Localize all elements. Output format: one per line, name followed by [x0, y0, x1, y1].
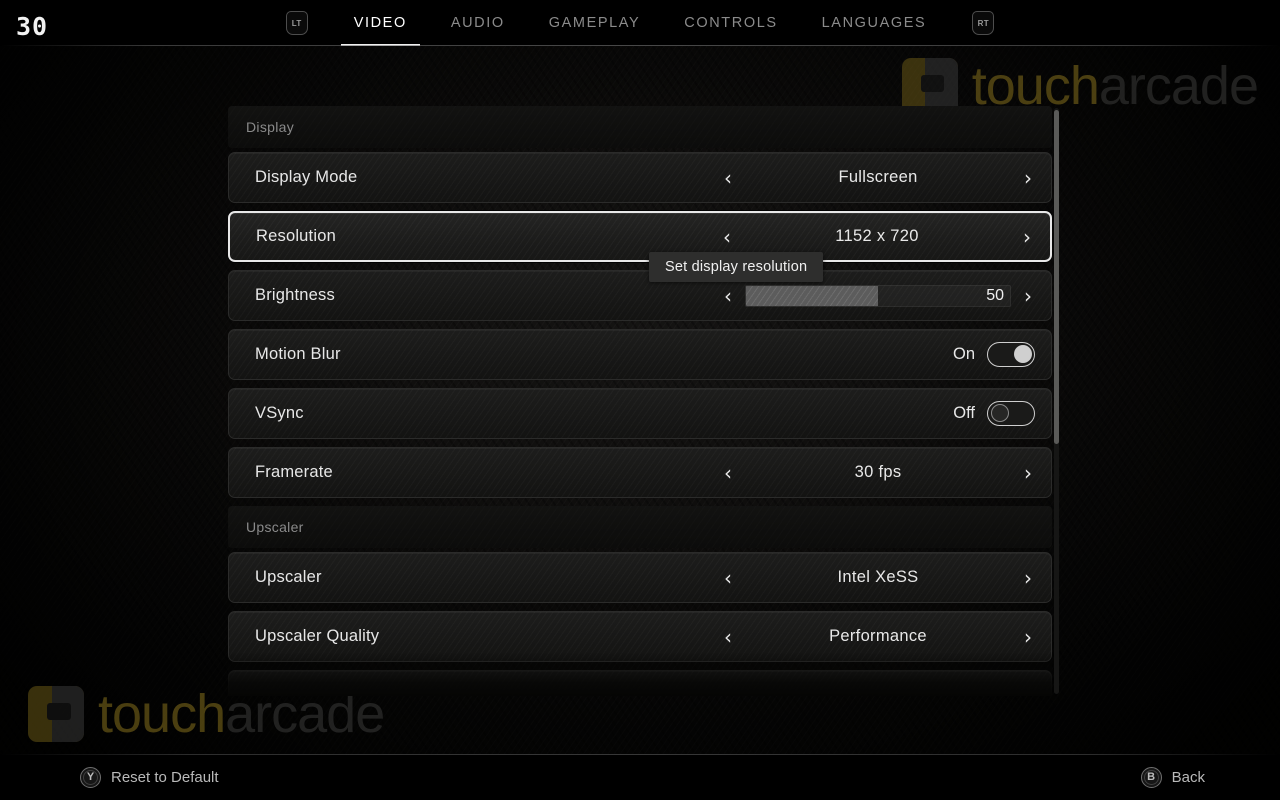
setting-row-display-mode[interactable]: Display Mode ‹ Fullscreen ›: [228, 152, 1052, 203]
setting-row-partial[interactable]: [228, 670, 1052, 696]
setting-row-brightness[interactable]: Brightness ‹ 50 ›: [228, 270, 1052, 321]
setting-value: Fullscreen: [838, 168, 918, 186]
setting-label: Upscaler: [255, 568, 322, 586]
setting-control: ‹ 30 fps ›: [711, 448, 1051, 497]
setting-label: Upscaler Quality: [255, 627, 380, 645]
chevron-left-icon[interactable]: ‹: [710, 227, 744, 247]
slider-value: 50: [986, 286, 1004, 304]
tab-audio[interactable]: AUDIO: [429, 0, 527, 46]
slider-fill: [746, 285, 878, 306]
chevron-right-icon[interactable]: ›: [1011, 568, 1045, 588]
toggle-knob: [991, 404, 1009, 422]
chevron-left-icon[interactable]: ‹: [711, 463, 745, 483]
stepper-control: ‹ Fullscreen ›: [711, 153, 1051, 202]
toggle-switch[interactable]: [987, 401, 1035, 426]
setting-row-framerate[interactable]: Framerate ‹ 30 fps ›: [228, 447, 1052, 498]
setting-label: Display Mode: [255, 168, 358, 186]
chevron-right-icon[interactable]: ›: [1011, 463, 1045, 483]
setting-value: Intel XeSS: [837, 568, 919, 586]
chevron-left-icon[interactable]: ‹: [711, 286, 745, 306]
settings-panel: Display Display Mode ‹ Fullscreen › Resolutio…: [228, 106, 1052, 696]
setting-row-motion-blur[interactable]: Motion Blur On: [228, 329, 1052, 380]
setting-label: Framerate: [255, 463, 333, 481]
bottom-action-bar: Y Reset to Default B Back: [0, 754, 1280, 800]
b-button-icon: B: [1140, 766, 1162, 788]
section-header-upscaler: Upscaler: [228, 506, 1052, 548]
setting-row-upscaler-quality[interactable]: Upscaler Quality ‹ Performance ›: [228, 611, 1052, 662]
top-bar: 30 LT VIDEO AUDIO GAMEPLAY CONTROLS LANGUAGE…: [0, 0, 1280, 46]
tab-controls[interactable]: CONTROLS: [662, 0, 799, 46]
chevron-right-icon[interactable]: ›: [1011, 627, 1045, 647]
toggle-control: On: [711, 330, 1051, 379]
setting-value: 1152 x 720: [835, 227, 919, 245]
tab-gameplay[interactable]: GAMEPLAY: [527, 0, 663, 46]
setting-label: VSync: [255, 404, 304, 422]
back-button[interactable]: B Back: [1140, 754, 1205, 800]
slider-track[interactable]: 50: [745, 284, 1011, 307]
stepper-control: ‹ Performance ›: [711, 612, 1051, 661]
settings-scrollbar-track[interactable]: [1054, 108, 1059, 694]
tab-languages[interactable]: LANGUAGES: [800, 0, 949, 46]
toggle-state-label: On: [952, 345, 975, 363]
setting-control: ‹ Intel XeSS ›: [711, 553, 1051, 602]
toggle-switch[interactable]: [987, 342, 1035, 367]
settings-scrollbar-thumb[interactable]: [1054, 110, 1059, 444]
toucharcade-wordmark: toucharcade: [972, 56, 1259, 116]
section-header-display: Display: [228, 106, 1052, 148]
toggle-knob: [1014, 345, 1032, 363]
setting-tooltip: Set display resolution: [649, 252, 824, 282]
game-settings-screen: toucharcade toucharcade 30 LT VIDEO AUDIO…: [0, 0, 1280, 800]
setting-label: Motion Blur: [255, 345, 341, 363]
setting-label: Resolution: [256, 227, 336, 245]
toucharcade-logo-icon: [28, 686, 84, 742]
back-label: Back: [1171, 768, 1205, 786]
setting-value: Performance: [829, 627, 927, 645]
setting-row-upscaler[interactable]: Upscaler ‹ Intel XeSS ›: [228, 552, 1052, 603]
setting-value: 30 fps: [854, 463, 902, 481]
setting-label: Brightness: [255, 286, 335, 304]
y-button-icon: Y: [80, 766, 101, 788]
watermark-text-part-a: touch: [98, 684, 226, 744]
chevron-left-icon[interactable]: ‹: [711, 568, 745, 588]
setting-row-vsync[interactable]: VSync Off: [228, 388, 1052, 439]
stepper-control: ‹ Intel XeSS ›: [711, 553, 1051, 602]
reset-to-default-button[interactable]: Y Reset to Default: [80, 754, 219, 800]
chevron-left-icon[interactable]: ‹: [711, 627, 745, 647]
settings-tab-bar: LT VIDEO AUDIO GAMEPLAY CONTROLS LANGUAGES R…: [0, 0, 1280, 46]
watermark-text-part-b: arcade: [1098, 56, 1259, 116]
setting-control: Off: [711, 389, 1051, 438]
chevron-right-icon[interactable]: ›: [1011, 286, 1045, 306]
toggle-control: Off: [711, 389, 1051, 438]
right-trigger-icon[interactable]: RT: [972, 11, 995, 35]
setting-control: On: [711, 330, 1051, 379]
reset-to-default-label: Reset to Default: [111, 768, 219, 786]
stepper-control: ‹ 30 fps ›: [711, 448, 1051, 497]
setting-control: ‹ Performance ›: [711, 612, 1051, 661]
left-trigger-icon[interactable]: LT: [285, 11, 308, 35]
setting-row-resolution[interactable]: Resolution ‹ 1152 x 720 ›: [228, 211, 1052, 262]
toggle-state-label: Off: [953, 404, 975, 422]
tab-list: VIDEO AUDIO GAMEPLAY CONTROLS LANGUAGES: [332, 0, 949, 46]
setting-control: ‹ Fullscreen ›: [711, 153, 1051, 202]
chevron-right-icon[interactable]: ›: [1010, 227, 1044, 247]
chevron-left-icon[interactable]: ‹: [711, 168, 745, 188]
tab-video[interactable]: VIDEO: [332, 0, 429, 46]
chevron-right-icon[interactable]: ›: [1011, 168, 1045, 188]
